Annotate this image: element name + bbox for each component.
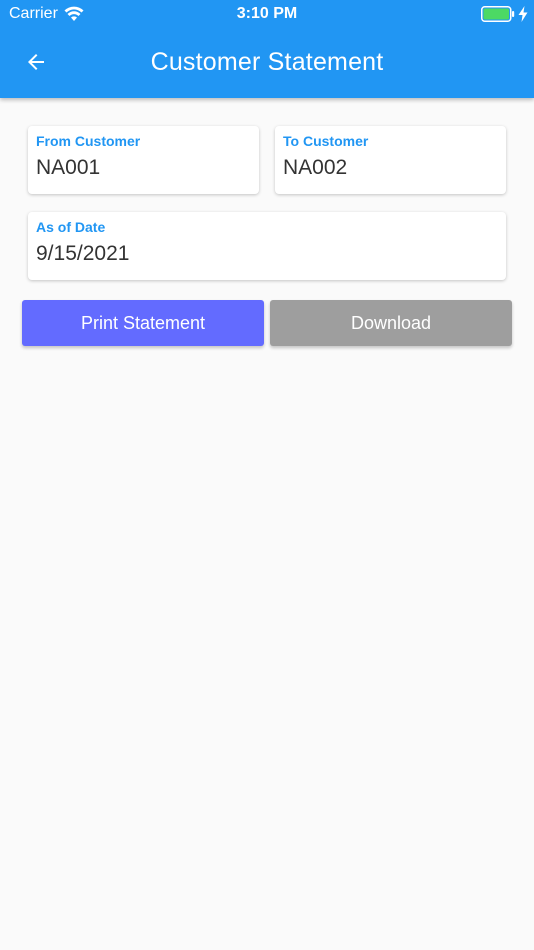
as-of-date-input[interactable] [36,242,498,266]
to-customer-input[interactable] [283,156,498,180]
status-bar: Carrier 3:10 PM [0,0,534,28]
print-statement-button[interactable]: Print Statement [22,300,264,346]
to-customer-field[interactable]: To Customer [275,126,506,194]
toolbar: Customer Statement [0,28,534,98]
page-title: Customer Statement [150,48,384,76]
app-bar: Carrier 3:10 PM Customer Statement [0,0,534,98]
from-customer-label: From Customer [36,133,141,149]
battery-indicator [481,6,528,22]
as-of-date-field[interactable]: As of Date [28,212,506,280]
to-customer-label: To Customer [283,133,369,149]
from-customer-input[interactable] [36,156,251,180]
as-of-date-label: As of Date [36,219,106,235]
battery-icon [481,6,515,22]
charging-bolt-icon [518,6,528,22]
download-button[interactable]: Download [270,300,512,346]
status-time: 3:10 PM [236,5,298,22]
from-customer-field[interactable]: From Customer [28,126,259,194]
